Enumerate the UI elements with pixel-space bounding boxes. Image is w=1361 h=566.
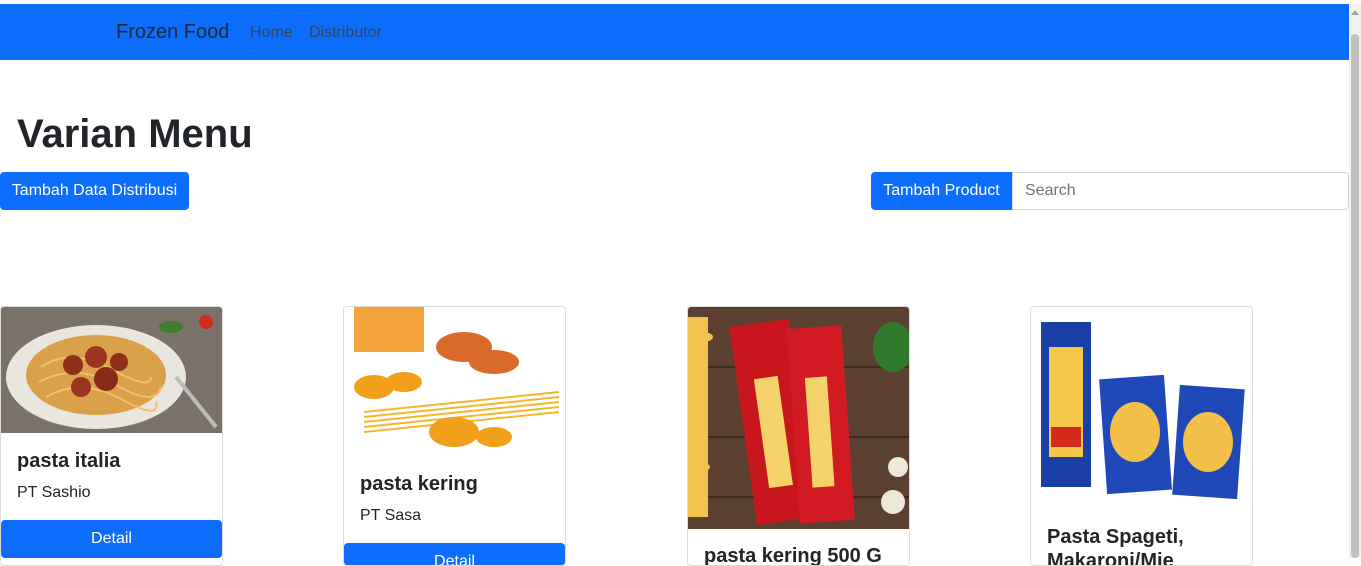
- product-card: pasta kering 500 G: [687, 306, 910, 566]
- product-image-dry-pasta: [344, 307, 565, 457]
- product-image-spaghetti-packs: [688, 307, 909, 529]
- product-image-pasta-plate: [1, 307, 222, 433]
- product-supplier: PT Sashio: [17, 484, 91, 501]
- page-title: Varian Menu: [17, 112, 253, 156]
- detail-button[interactable]: Detail: [1, 520, 222, 558]
- navbar: Frozen Food Home Distributor: [0, 4, 1349, 60]
- product-name: pasta kering 500 G: [704, 545, 882, 566]
- product-card: pasta kering PT Sasa Detail: [343, 306, 566, 566]
- product-name: pasta kering: [360, 473, 478, 495]
- detail-button[interactable]: Detail: [344, 543, 565, 565]
- product-card: Pasta Spageti, Makaroni/Mie: [1030, 306, 1253, 566]
- product-name: pasta italia: [17, 450, 121, 472]
- product-image-wissam-pasta: [1031, 307, 1252, 507]
- scroll-up-arrow-icon[interactable]: [1351, 10, 1359, 15]
- vertical-scrollbar[interactable]: [1349, 4, 1361, 558]
- product-card: pasta italia PT Sashio Detail: [0, 306, 223, 566]
- navbar-brand[interactable]: Frozen Food: [116, 21, 229, 44]
- add-distribution-button[interactable]: Tambah Data Distribusi: [0, 172, 189, 210]
- search-input[interactable]: [1012, 172, 1349, 210]
- add-product-button[interactable]: Tambah Product: [871, 172, 1012, 210]
- product-name: Pasta Spageti, Makaroni/Mie: [1047, 526, 1184, 566]
- nav-link-home[interactable]: Home: [250, 24, 293, 42]
- nav-link-distributor[interactable]: Distributor: [309, 24, 382, 42]
- product-supplier: PT Sasa: [360, 507, 422, 524]
- scrollbar-thumb[interactable]: [1351, 34, 1359, 558]
